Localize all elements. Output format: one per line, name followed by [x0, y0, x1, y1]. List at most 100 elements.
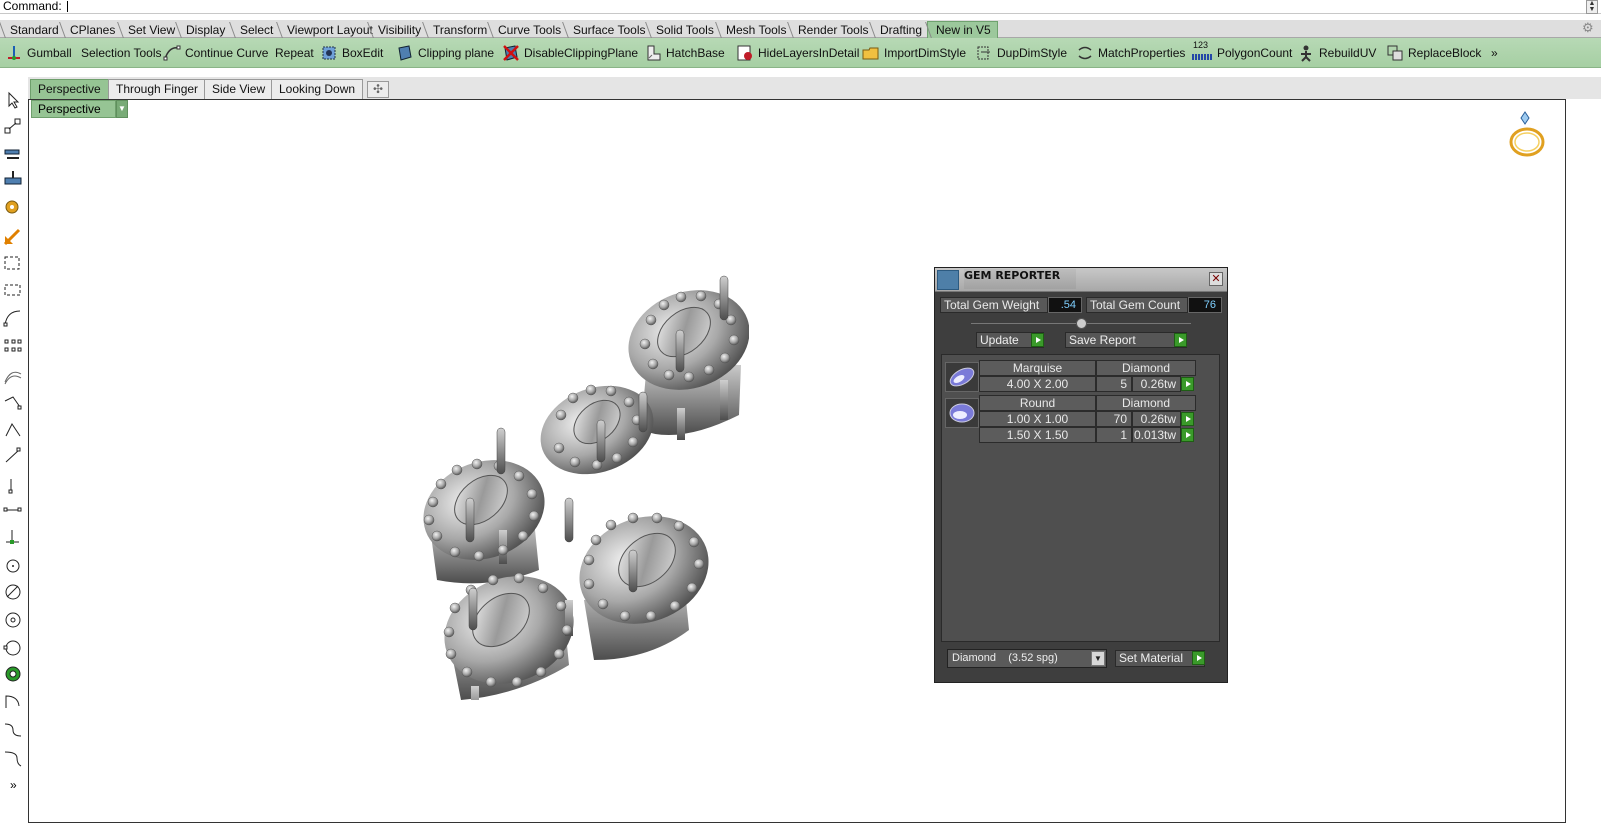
- hide-layers-icon: [737, 45, 752, 61]
- planar-icon[interactable]: [3, 168, 23, 188]
- dup-dim-icon: [977, 46, 990, 60]
- add-viewport-tab-button[interactable]: ✣: [367, 81, 389, 98]
- arc-tool-icon[interactable]: [3, 692, 23, 712]
- circle-diameter-icon[interactable]: [3, 582, 23, 602]
- viewport-tab-through-finger[interactable]: Through Finger: [108, 79, 207, 99]
- toolbar-tab-cplanes[interactable]: CPlanes: [62, 22, 121, 38]
- round-gem-icon[interactable]: [945, 398, 979, 428]
- save-report-button[interactable]: Save Report: [1065, 332, 1187, 348]
- play-arrow-icon: [1031, 333, 1044, 347]
- toolbar-tab-set-view[interactable]: Set View: [120, 22, 181, 38]
- dup-dim-style-button[interactable]: DupDimStyle: [975, 43, 1067, 63]
- toolbar-tab-select[interactable]: Select: [232, 22, 279, 38]
- edit-points-icon[interactable]: [3, 142, 23, 162]
- ellipse-icon[interactable]: [3, 664, 23, 684]
- viewport[interactable]: Perspective ▼: [28, 99, 1566, 823]
- disable-clipping-plane-button[interactable]: DisableClippingPlane: [502, 43, 638, 63]
- gem-weight: 0.26tw: [1132, 376, 1181, 392]
- toolbar-tab-drafting[interactable]: Drafting: [872, 22, 928, 38]
- left-toolbar-overflow-button[interactable]: »: [10, 778, 17, 792]
- viewport-tab-looking-down[interactable]: Looking Down: [271, 79, 364, 99]
- line-icon[interactable]: [3, 420, 23, 440]
- curve-icon: [163, 45, 181, 61]
- command-toolbar: Gumball Selection Tools Continue Curve R…: [0, 38, 1601, 68]
- ring-icon: [1509, 111, 1545, 157]
- play-arrow-icon: [1192, 651, 1205, 665]
- polyline-icon[interactable]: [3, 393, 23, 413]
- clipping-plane-button[interactable]: Clipping plane: [396, 43, 494, 63]
- material-select[interactable]: Diamond (3.52 spg) ▼: [947, 649, 1107, 668]
- circle-icon[interactable]: [3, 556, 23, 576]
- import-icon: [862, 47, 879, 60]
- curves-icon[interactable]: [3, 366, 23, 386]
- analyze-icon[interactable]: [3, 226, 23, 246]
- gem-shape: Marquise: [979, 360, 1096, 376]
- jewelry-model[interactable]: [389, 270, 749, 700]
- toolbar-tab-surface-tools[interactable]: Surface Tools: [565, 22, 652, 38]
- replace-block-button[interactable]: ReplaceBlock: [1386, 43, 1481, 63]
- toolbar-tab-visibility[interactable]: Visibility: [370, 22, 427, 38]
- circle-3pt-icon[interactable]: [3, 610, 23, 630]
- toolbar-tab-viewport-layout[interactable]: Viewport Layout: [279, 22, 379, 38]
- gear-tools-icon[interactable]: [3, 196, 23, 216]
- horizontal-line-icon[interactable]: [3, 500, 23, 520]
- selection-tools-label: Selection Tools: [81, 46, 162, 60]
- close-icon[interactable]: ✕: [1209, 272, 1223, 286]
- viewport-tab-strip: Perspective Through Finger Side View Loo…: [28, 77, 1601, 99]
- update-button[interactable]: Update: [976, 332, 1044, 348]
- gem-reporter-titlebar[interactable]: GEM REPORTER ✕: [935, 268, 1227, 292]
- marquise-gem-icon[interactable]: [945, 362, 979, 392]
- viewport-title[interactable]: Perspective: [31, 100, 116, 118]
- toolbar-tab-curve-tools[interactable]: Curve Tools: [490, 22, 567, 38]
- hide-layers-in-detail-button[interactable]: HideLayersInDetail: [736, 43, 859, 63]
- hide-layers-in-detail-label: HideLayersInDetail: [758, 46, 860, 60]
- gear-icon[interactable]: ⚙: [1582, 21, 1596, 35]
- splitter-handle[interactable]: [1076, 318, 1087, 329]
- replace-block-label: ReplaceBlock: [1408, 46, 1482, 60]
- select-gems-button[interactable]: [1181, 412, 1194, 426]
- set-material-button[interactable]: Set Material: [1115, 650, 1205, 667]
- viewport-menu-dropdown[interactable]: ▼: [116, 100, 128, 118]
- toolbar-tab-standard[interactable]: Standard: [2, 22, 65, 38]
- command-line[interactable]: Command: ▲ ▼: [0, 0, 1601, 14]
- point-grid-icon[interactable]: [3, 336, 23, 356]
- selection-tools-button[interactable]: Selection Tools: [81, 43, 162, 63]
- line-segment-icon[interactable]: [3, 446, 23, 466]
- command-history-scroll[interactable]: ▲ ▼: [1586, 0, 1598, 14]
- select-gems-button[interactable]: [1181, 428, 1194, 442]
- hatch-base-label: HatchBase: [666, 46, 725, 60]
- freeform-curve-icon[interactable]: [3, 720, 23, 740]
- toolbar-tab-new-in-v5[interactable]: New in V5: [927, 21, 998, 39]
- hatch-base-button[interactable]: HatchBase: [644, 43, 725, 63]
- viewport-tab-perspective[interactable]: Perspective: [30, 79, 109, 99]
- select-gems-button[interactable]: [1181, 377, 1194, 391]
- import-dim-style-button[interactable]: ImportDimStyle: [862, 43, 966, 63]
- arc-icon[interactable]: [3, 308, 23, 328]
- polygon-count-icon-text: 123: [1193, 40, 1209, 50]
- vertical-line-icon[interactable]: [3, 476, 23, 496]
- match-properties-button[interactable]: MatchProperties: [1076, 43, 1185, 63]
- perpendicular-line-icon[interactable]: [3, 526, 23, 546]
- point-icon[interactable]: [3, 116, 23, 136]
- gumball-button[interactable]: Gumball: [5, 43, 72, 63]
- toolbar-tab-mesh-tools[interactable]: Mesh Tools: [718, 22, 792, 38]
- toolbar-tab-render-tools[interactable]: Render Tools: [790, 22, 875, 38]
- polygon-count-button[interactable]: 123 PolygonCount: [1191, 40, 1292, 63]
- select-arrow-icon[interactable]: [3, 90, 23, 110]
- repeat-button[interactable]: Repeat: [275, 43, 314, 63]
- interpolate-curve-icon[interactable]: [3, 748, 23, 768]
- continue-curve-button[interactable]: Continue Curve: [163, 43, 268, 63]
- rebuild-uv-button[interactable]: RebuildUV: [1297, 43, 1376, 63]
- gem-size: 1.50 X 1.50: [979, 427, 1096, 443]
- toolbar-tab-transform[interactable]: Transform: [425, 22, 493, 38]
- toolbar-tab-display[interactable]: Display: [178, 22, 231, 38]
- box-edit-icon: [322, 46, 336, 60]
- rectangle-icon[interactable]: [3, 253, 23, 273]
- box-icon[interactable]: [3, 280, 23, 300]
- box-edit-button[interactable]: BoxEdit: [320, 43, 383, 63]
- toolbar-tab-solid-tools[interactable]: Solid Tools: [648, 22, 720, 38]
- save-report-label: Save Report: [1069, 333, 1136, 347]
- circle-tangent-icon[interactable]: [3, 638, 23, 658]
- viewport-tab-side-view[interactable]: Side View: [204, 79, 274, 99]
- toolbar-overflow-button[interactable]: »: [1491, 43, 1498, 63]
